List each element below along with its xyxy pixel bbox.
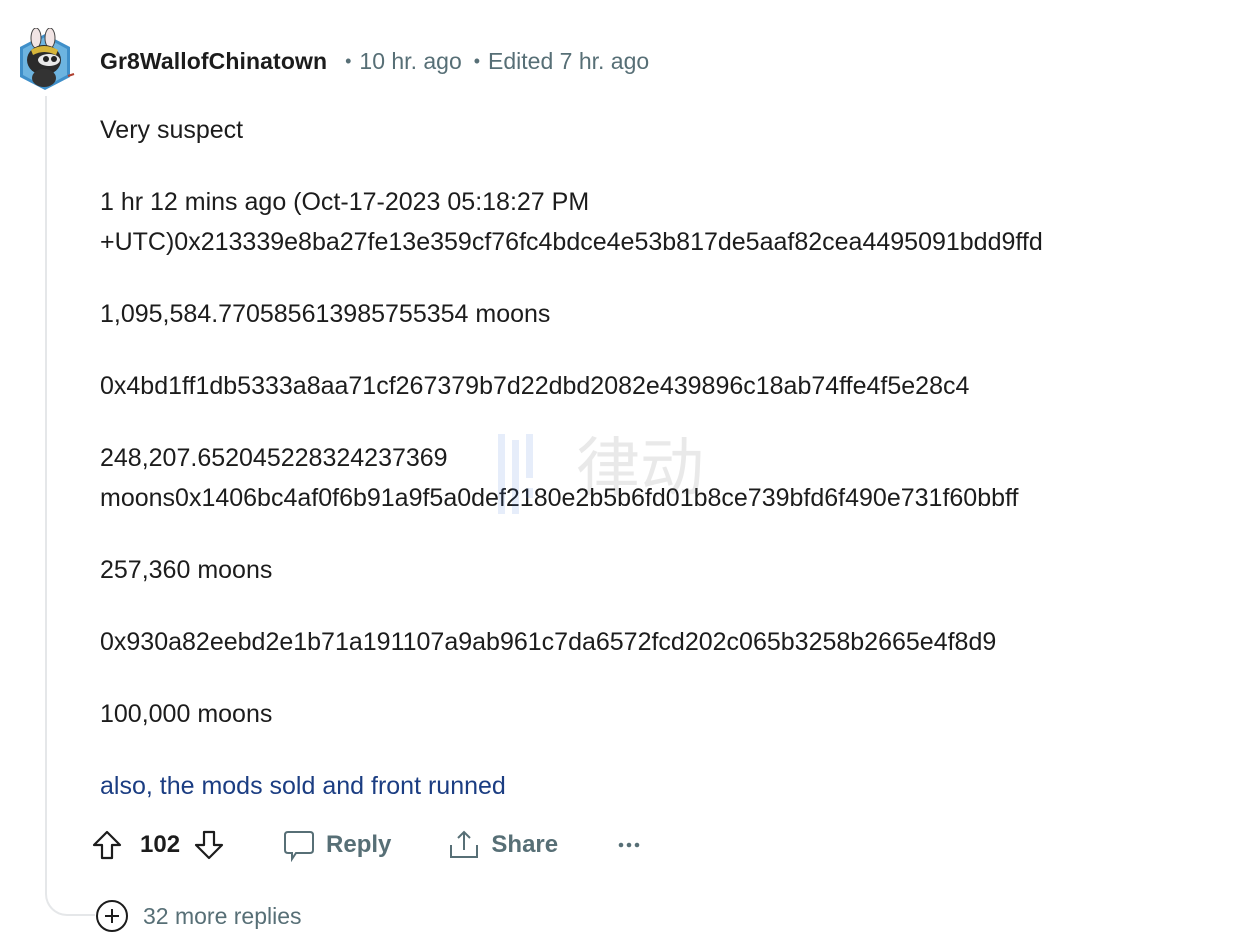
comment-paragraph: 1,095,584.770585613985755354 moons	[100, 300, 551, 328]
separator-dot: •	[345, 50, 352, 71]
more-options-button[interactable]	[614, 830, 644, 860]
vote-score: 102	[140, 831, 181, 858]
separator-dot: •	[473, 50, 481, 71]
tx-hash-line: +UTC)0x213339e8ba27fe13e359cf76fc4bdce4e…	[100, 228, 1043, 256]
edited-time: Edited 7 hr. ago	[488, 47, 650, 74]
comment-body: Very suspect 1 hr 12 mins ago (Oct-17-20…	[100, 110, 1230, 838]
share-button[interactable]: Share	[447, 828, 558, 862]
more-replies-label: 32 more replies	[143, 902, 302, 929]
username-link[interactable]: Gr8WallofChinatown	[100, 48, 327, 75]
posted-time: 10 hr. ago	[359, 47, 462, 74]
comment-action-bar: 102 Reply Share	[90, 823, 644, 867]
comment-paragraph: 0x930a82eebd2e1b71a191107a9ab961c7da6572…	[100, 628, 997, 656]
more-replies-button[interactable]: 32 more replies	[95, 899, 306, 933]
comment-meta: Gr8WallofChinatown • 10 hr. ago • Edited…	[100, 46, 649, 76]
plus-circle-icon	[96, 900, 128, 932]
tx-hash-line: moons0x1406bc4af0f6b91a9f5a0def2180e2b5b…	[100, 484, 1019, 512]
comment-paragraph: 248,207.652045228324237369 moons0x1406bc…	[100, 438, 1230, 518]
speech-bubble-icon	[284, 831, 315, 862]
share-label: Share	[491, 831, 559, 858]
timestamp-line: 1 hr 12 mins ago (Oct-17-2023 05:18:27 P…	[100, 188, 590, 216]
comment-paragraph: 100,000 moons	[100, 700, 273, 728]
amount-line: 248,207.652045228324237369	[100, 444, 448, 472]
thread-line[interactable]	[45, 96, 97, 916]
comment-paragraph: 0x4bd1ff1db5333a8aa71cf267379b7d22dbd208…	[100, 372, 970, 400]
avatar[interactable]	[14, 27, 76, 94]
reply-label: Reply	[326, 831, 392, 858]
avatar-icon	[20, 27, 75, 90]
upvote-arrow-icon[interactable]	[90, 828, 124, 862]
comment-link[interactable]: also, the mods sold and front runned	[100, 766, 1230, 806]
ellipsis-icon	[618, 842, 640, 848]
comment-paragraph: Very suspect	[100, 116, 244, 144]
comment-paragraph: 257,360 moons	[100, 556, 273, 584]
downvote-arrow-icon[interactable]	[192, 828, 226, 862]
share-upload-icon	[450, 830, 479, 858]
reply-button[interactable]: Reply	[282, 828, 391, 862]
comment-paragraph: 1 hr 12 mins ago (Oct-17-2023 05:18:27 P…	[100, 182, 1230, 262]
